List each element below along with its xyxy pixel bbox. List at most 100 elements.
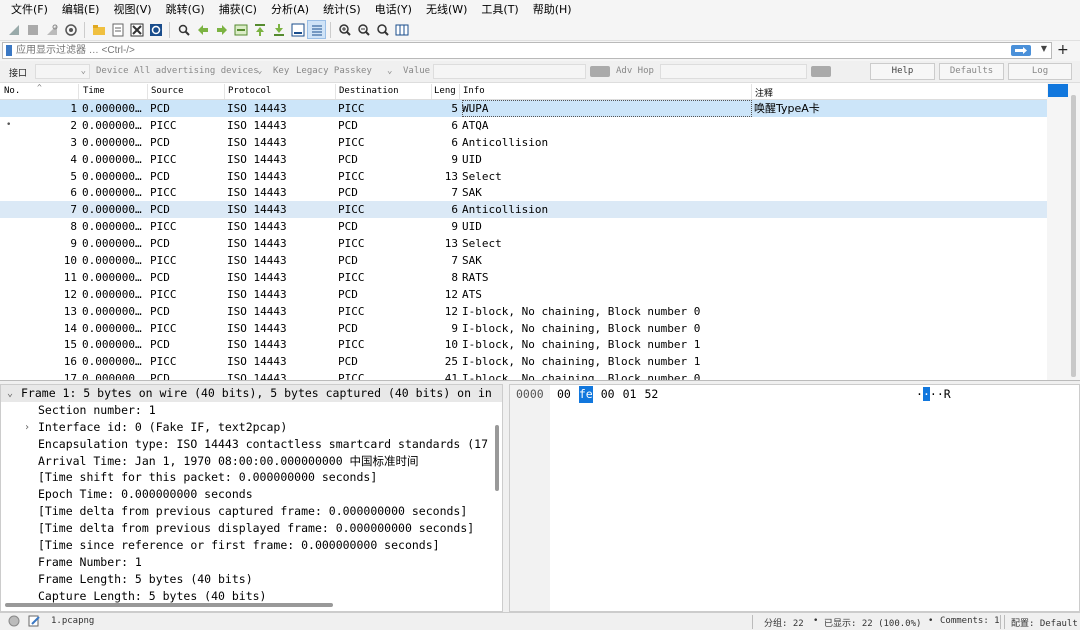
- go-last-packet-icon[interactable]: [269, 20, 288, 39]
- column-header-info[interactable]: Info: [463, 86, 485, 96]
- apply-filter-arrow-icon[interactable]: [1011, 45, 1031, 56]
- packet-row[interactable]: 1 0.000000… PCD ISO 14443 PICC 5 WUPA 唤醒TypeA卡: [0, 100, 1047, 117]
- apply-hop-arrow-icon[interactable]: [811, 66, 831, 77]
- chevron-right-icon[interactable]: ›: [24, 419, 30, 436]
- shark-fin-start-icon[interactable]: [4, 20, 23, 39]
- hex-byte[interactable]: 52: [644, 386, 658, 403]
- column-header-length[interactable]: Leng: [434, 86, 456, 96]
- packet-row[interactable]: 12 0.000000… PICC ISO 14443 PCD 12 ATS: [0, 286, 1047, 303]
- zoom-normal-icon[interactable]: [373, 20, 392, 39]
- packet-row[interactable]: 9 0.000000… PCD ISO 14443 PICC 13 Select: [0, 235, 1047, 252]
- detail-field[interactable]: Section number: 1: [1, 402, 502, 419]
- add-filter-button[interactable]: +: [1057, 41, 1069, 59]
- device-select[interactable]: All advertising devices: [134, 66, 259, 76]
- auto-scroll-icon[interactable]: [288, 20, 307, 39]
- column-divider[interactable]: [459, 84, 460, 99]
- profile-selector[interactable]: 配置: Default: [1011, 616, 1078, 629]
- packet-minimap-indicator[interactable]: [1048, 84, 1068, 97]
- menu-item[interactable]: 帮助(H): [526, 0, 579, 19]
- find-packet-icon[interactable]: [174, 20, 193, 39]
- go-first-packet-icon[interactable]: [250, 20, 269, 39]
- packet-row[interactable]: 7 0.000000… PCD ISO 14443 PICC 6 Anticollision: [0, 201, 1047, 219]
- zoom-out-icon[interactable]: [354, 20, 373, 39]
- chevron-down-icon[interactable]: ⌄: [7, 385, 13, 402]
- packet-row[interactable]: 14 0.000000… PICC ISO 14443 PCD 9 I-block, No …: [0, 320, 1047, 337]
- zoom-in-icon[interactable]: [335, 20, 354, 39]
- ascii-byte[interactable]: ·: [937, 387, 944, 401]
- column-header-destination[interactable]: Destination: [339, 86, 399, 96]
- detail-field[interactable]: › Interface id: 0 (Fake IF, text2pcap): [1, 419, 502, 436]
- ascii-byte[interactable]: ·: [922, 387, 930, 401]
- bytes-ascii-dump[interactable]: ····R: [916, 386, 951, 403]
- close-file-icon[interactable]: [127, 20, 146, 39]
- details-horizontal-scroll-thumb[interactable]: [5, 603, 333, 607]
- menu-item[interactable]: 跳转(G): [159, 0, 212, 19]
- column-divider[interactable]: [335, 84, 336, 99]
- menu-item[interactable]: 视图(V): [106, 0, 158, 19]
- reload-file-icon[interactable]: [146, 20, 165, 39]
- packet-row[interactable]: 6 0.000000… PICC ISO 14443 PCD 7 SAK: [0, 184, 1047, 201]
- menu-item[interactable]: 文件(F): [4, 0, 55, 19]
- menu-item[interactable]: 无线(W): [419, 0, 474, 19]
- column-divider[interactable]: [431, 84, 432, 99]
- packet-row[interactable]: 3 0.000000… PCD ISO 14443 PICC 6 Anticollision: [0, 134, 1047, 151]
- save-file-icon[interactable]: [108, 20, 127, 39]
- packet-row[interactable]: 17 0.000000… PCD ISO 14443 PICC 41 I-block, No…: [0, 370, 1047, 380]
- packet-row[interactable]: 11 0.000000… PCD ISO 14443 PICC 8 RATS: [0, 269, 1047, 286]
- packet-row[interactable]: 16 0.000000… PICC ISO 14443 PCD 25 I-block, No…: [0, 353, 1047, 370]
- detail-field[interactable]: [Time since reference or first frame: 0.…: [1, 537, 502, 554]
- column-divider[interactable]: [224, 84, 225, 99]
- detail-field[interactable]: Encapsulation type: ISO 14443 contactles…: [1, 436, 502, 453]
- detail-field[interactable]: [Time shift for this packet: 0.000000000…: [1, 469, 502, 486]
- frame-tree-item[interactable]: ⌄ Frame 1: 5 bytes on wire (40 bits), 5 …: [1, 385, 502, 402]
- packet-row[interactable]: • 2 0.000000… PICC ISO 14443 PCD 6 ATQA: [0, 117, 1047, 134]
- detail-field[interactable]: [Time delta from previous captured frame…: [1, 503, 502, 520]
- hex-byte[interactable]: 00: [601, 386, 615, 403]
- hex-byte[interactable]: 01: [623, 386, 637, 403]
- detail-field[interactable]: Arrival Time: Jan 1, 1970 08:00:00.00000…: [1, 453, 502, 470]
- menu-item[interactable]: 统计(S): [316, 0, 368, 19]
- packet-row[interactable]: 15 0.000000… PCD ISO 14443 PICC 10 I-block, No…: [0, 336, 1047, 353]
- packet-list-scroll-thumb[interactable]: [1071, 95, 1076, 377]
- column-header-comment[interactable]: 注释: [755, 86, 773, 99]
- detail-field[interactable]: [Time delta from previous displayed fram…: [1, 520, 502, 537]
- hex-byte[interactable]: fe: [578, 386, 593, 403]
- adv-hop-input[interactable]: [660, 64, 807, 79]
- resize-columns-icon[interactable]: [392, 20, 411, 39]
- defaults-button[interactable]: Defaults: [939, 63, 1004, 80]
- packet-row[interactable]: 4 0.000000… PICC ISO 14443 PCD 9 UID: [0, 151, 1047, 168]
- column-divider[interactable]: [147, 84, 148, 99]
- detail-field[interactable]: Frame Length: 5 bytes (40 bits): [1, 571, 502, 588]
- go-forward-icon[interactable]: [212, 20, 231, 39]
- capture-options-icon[interactable]: [61, 20, 80, 39]
- log-button[interactable]: Log: [1008, 63, 1072, 80]
- hex-byte[interactable]: 00: [557, 386, 571, 403]
- open-file-icon[interactable]: [89, 20, 108, 39]
- column-header-protocol[interactable]: Protocol: [228, 86, 271, 96]
- menu-item[interactable]: 工具(T): [474, 0, 525, 19]
- packet-row[interactable]: 8 0.000000… PICC ISO 14443 PCD 9 UID: [0, 218, 1047, 235]
- value-input[interactable]: [433, 64, 586, 79]
- ascii-byte[interactable]: ·: [930, 387, 937, 401]
- stop-capture-icon[interactable]: [23, 20, 42, 39]
- key-select[interactable]: Legacy Passkey: [296, 66, 372, 76]
- display-filter-input[interactable]: [12, 43, 1051, 58]
- column-divider[interactable]: [751, 84, 752, 99]
- apply-value-arrow-icon[interactable]: [590, 66, 610, 77]
- menu-item[interactable]: 分析(A): [264, 0, 316, 19]
- detail-field[interactable]: Epoch Time: 0.000000000 seconds: [1, 486, 502, 503]
- packet-row[interactable]: 5 0.000000… PCD ISO 14443 PICC 13 Select: [0, 168, 1047, 185]
- menu-item[interactable]: 编辑(E): [55, 0, 107, 19]
- go-to-packet-icon[interactable]: [231, 20, 250, 39]
- column-divider[interactable]: [78, 84, 79, 99]
- detail-field[interactable]: Frame Number: 1: [1, 554, 502, 571]
- column-header-source[interactable]: Source: [151, 86, 184, 96]
- colorize-icon[interactable]: [307, 20, 326, 39]
- display-filter-field[interactable]: ▼: [2, 42, 1052, 59]
- edit-comment-icon[interactable]: [28, 615, 40, 630]
- go-back-icon[interactable]: [193, 20, 212, 39]
- packet-row[interactable]: 13 0.000000… PCD ISO 14443 PICC 12 I-block, No…: [0, 303, 1047, 320]
- restart-capture-icon[interactable]: [42, 20, 61, 39]
- column-header-no[interactable]: No.: [4, 86, 20, 96]
- details-scroll-thumb[interactable]: [495, 425, 499, 491]
